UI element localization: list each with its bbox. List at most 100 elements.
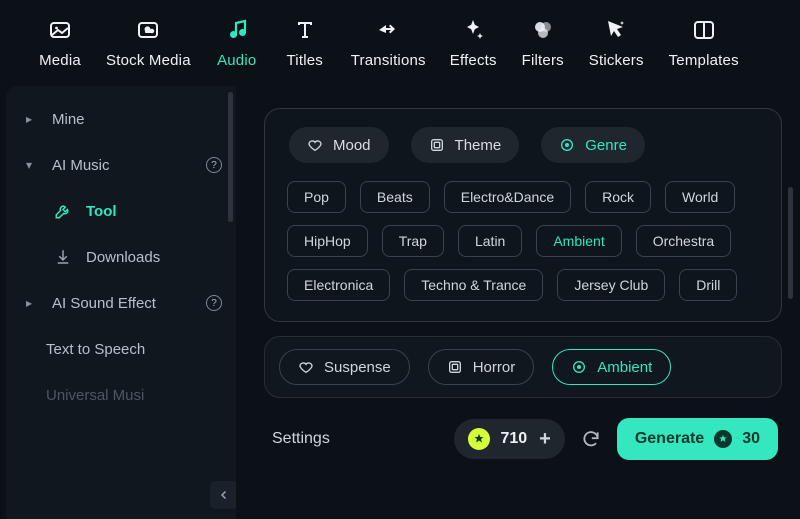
coin-icon — [468, 428, 490, 450]
sidebar-label: Tool — [86, 203, 222, 220]
coin-small-icon — [714, 430, 732, 448]
templates-icon — [692, 18, 716, 42]
tag-electro-dance[interactable]: Electro&Dance — [444, 181, 571, 213]
filter-tab-genre[interactable]: Genre — [541, 127, 645, 163]
tab-titles[interactable]: Titles — [273, 18, 337, 69]
tab-label: Titles — [287, 52, 323, 69]
chip-ambient[interactable]: Ambient — [552, 349, 671, 385]
filter-label: Mood — [333, 137, 371, 154]
collapse-sidebar-button[interactable] — [210, 481, 236, 509]
sidebar: ▸ Mine ▾ AI Music ? Tool Downloads ▸ AI … — [6, 86, 236, 519]
credits-value: 710 — [500, 430, 527, 448]
chip-label: Ambient — [597, 359, 652, 376]
refresh-button[interactable] — [579, 427, 603, 451]
tab-templates[interactable]: Templates — [658, 18, 750, 69]
sidebar-item-ai-music[interactable]: ▾ AI Music ? — [6, 142, 236, 188]
tag-label: World — [682, 189, 718, 205]
tag-label: Ambient — [553, 233, 604, 249]
chip-label: Horror — [473, 359, 516, 376]
transitions-icon — [376, 18, 400, 42]
sidebar-label: AI Sound Effect — [52, 295, 188, 312]
frame-icon — [429, 137, 445, 153]
generate-label: Generate — [635, 430, 704, 448]
tab-stock-media[interactable]: Stock Media — [96, 18, 201, 69]
tag-label: Electro&Dance — [461, 189, 554, 205]
tag-label: Electronica — [304, 277, 373, 293]
tag-latin[interactable]: Latin — [458, 225, 522, 257]
tag-label: Latin — [475, 233, 505, 249]
tag-label: Jersey Club — [574, 277, 648, 293]
genre-tags: Pop Beats Electro&Dance Rock World HipHo… — [283, 181, 763, 301]
tab-label: Filters — [522, 52, 564, 69]
disc-icon — [571, 359, 587, 375]
tab-transitions[interactable]: Transitions — [341, 18, 436, 69]
tab-filters[interactable]: Filters — [511, 18, 575, 69]
sidebar-item-downloads[interactable]: Downloads — [6, 234, 236, 280]
tag-electronica[interactable]: Electronica — [287, 269, 390, 301]
generate-button[interactable]: Generate 30 — [617, 418, 778, 460]
filter-label: Theme — [455, 137, 502, 154]
sidebar-scrollbar[interactable] — [228, 92, 233, 222]
tag-trap[interactable]: Trap — [382, 225, 444, 257]
tag-label: Pop — [304, 189, 329, 205]
tag-beats[interactable]: Beats — [360, 181, 430, 213]
download-icon — [54, 248, 72, 266]
chip-suspense[interactable]: Suspense — [279, 349, 410, 385]
cloud-media-icon — [136, 18, 160, 42]
tab-stickers[interactable]: Stickers — [579, 18, 654, 69]
generate-cost: 30 — [742, 430, 760, 448]
chevron-down-icon: ▾ — [26, 158, 40, 172]
tag-label: Techno & Trance — [421, 277, 526, 293]
sidebar-label: Universal Musi — [46, 387, 222, 404]
sidebar-label: Mine — [52, 111, 222, 128]
filter-tab-theme[interactable]: Theme — [411, 127, 520, 163]
media-icon — [48, 18, 72, 42]
sidebar-item-tts[interactable]: Text to Speech — [6, 326, 236, 372]
footer-row: Settings 710 + Generate 30 — [264, 410, 782, 460]
sidebar-label: Downloads — [86, 249, 222, 266]
chip-horror[interactable]: Horror — [428, 349, 535, 385]
frame-icon — [447, 359, 463, 375]
tag-techno-trance[interactable]: Techno & Trance — [404, 269, 543, 301]
tag-rock[interactable]: Rock — [585, 181, 651, 213]
heart-icon — [307, 137, 323, 153]
tab-label: Transitions — [351, 52, 426, 69]
sidebar-item-mine[interactable]: ▸ Mine — [6, 96, 236, 142]
wrench-icon — [54, 202, 72, 220]
chevron-right-icon: ▸ — [26, 112, 40, 126]
tab-effects[interactable]: Effects — [440, 18, 507, 69]
tab-label: Media — [39, 52, 81, 69]
help-icon[interactable]: ? — [206, 157, 222, 173]
tag-label: Trap — [399, 233, 427, 249]
tab-label: Stickers — [589, 52, 644, 69]
tag-label: Drill — [696, 277, 720, 293]
tab-audio[interactable]: Audio — [205, 18, 269, 69]
chevron-right-icon: ▸ — [26, 296, 40, 310]
music-note-icon — [225, 18, 249, 42]
sidebar-item-ai-sound-effect[interactable]: ▸ AI Sound Effect ? — [6, 280, 236, 326]
sidebar-label: Text to Speech — [46, 341, 222, 358]
tag-label: Orchestra — [653, 233, 714, 249]
tag-jersey-club[interactable]: Jersey Club — [557, 269, 665, 301]
card-scrollbar[interactable] — [788, 187, 793, 299]
tag-hiphop[interactable]: HipHop — [287, 225, 368, 257]
credits-button[interactable]: 710 + — [454, 419, 564, 459]
sparkle-icon — [461, 18, 485, 42]
genre-card: Mood Theme Genre Pop Beats — [264, 108, 782, 322]
top-toolbar: Media Stock Media Audio Titles Transitio… — [0, 0, 800, 86]
filter-tab-mood[interactable]: Mood — [289, 127, 389, 163]
tab-media[interactable]: Media — [28, 18, 92, 69]
sidebar-item-tool[interactable]: Tool — [6, 188, 236, 234]
tab-label: Templates — [669, 52, 739, 69]
tag-pop[interactable]: Pop — [287, 181, 346, 213]
tag-drill[interactable]: Drill — [679, 269, 737, 301]
tab-label: Stock Media — [106, 52, 191, 69]
help-icon[interactable]: ? — [206, 295, 222, 311]
tag-orchestra[interactable]: Orchestra — [636, 225, 731, 257]
tag-ambient[interactable]: Ambient — [536, 225, 621, 257]
sidebar-item-universal-music[interactable]: Universal Musi — [6, 372, 236, 418]
settings-button[interactable]: Settings — [272, 430, 330, 448]
cursor-sparkle-icon — [604, 18, 628, 42]
filter-tabs: Mood Theme Genre — [289, 127, 763, 163]
tag-world[interactable]: World — [665, 181, 735, 213]
